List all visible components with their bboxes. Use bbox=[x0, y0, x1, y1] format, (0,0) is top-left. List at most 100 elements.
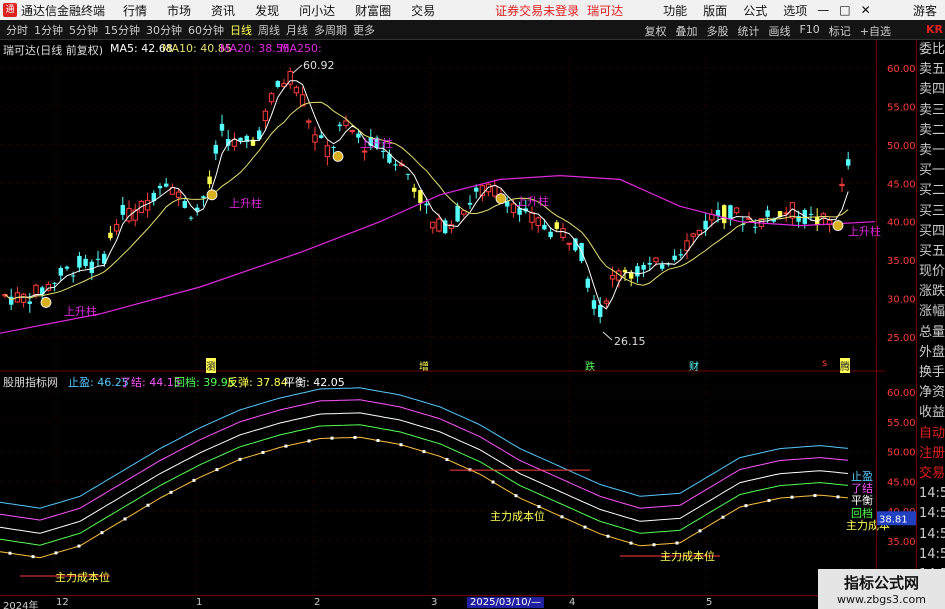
tool-biaoji[interactable]: 标记 bbox=[829, 23, 851, 39]
period-1min[interactable]: 1分钟 bbox=[34, 22, 63, 38]
candle-body bbox=[231, 139, 238, 147]
coin-signal-icon[interactable] bbox=[495, 193, 507, 205]
tool-fuquan[interactable]: 复权 bbox=[644, 23, 666, 39]
period-month[interactable]: 月线 bbox=[286, 22, 308, 38]
price-tick-label: 40.00 bbox=[887, 218, 916, 229]
menu-jiaoyi[interactable]: 交易 bbox=[411, 2, 435, 19]
candle-body bbox=[337, 124, 342, 127]
event-marker[interactable]: 增 bbox=[419, 358, 429, 373]
candle-body bbox=[474, 187, 479, 192]
candle-body bbox=[306, 120, 312, 123]
chart-canvas[interactable] bbox=[0, 40, 885, 595]
cost-dot bbox=[514, 494, 518, 498]
indicator-tick-label: 35.00 bbox=[887, 537, 916, 548]
menu-caifuquan[interactable]: 财富圈 bbox=[355, 2, 391, 19]
cost-dot bbox=[31, 555, 35, 559]
indicator-tick-label: 60.00 bbox=[887, 388, 916, 399]
period-multi[interactable]: 多周期 bbox=[314, 22, 347, 38]
coin-signal-icon[interactable] bbox=[832, 220, 844, 231]
current-value: 38.81 bbox=[879, 514, 908, 525]
menu-faxian[interactable]: 发现 bbox=[255, 2, 279, 19]
candle-body bbox=[753, 226, 758, 228]
brand-badge: KR bbox=[926, 23, 943, 36]
cost-dot bbox=[652, 543, 656, 547]
quote-field: 现价 bbox=[919, 264, 945, 280]
tool-zixuan[interactable]: +自选 bbox=[860, 23, 891, 39]
cost-dot bbox=[445, 457, 449, 461]
quote-field: 14:5 bbox=[919, 526, 945, 542]
cost-dot bbox=[238, 457, 242, 461]
candle-body bbox=[52, 282, 57, 284]
cost-label: 主力成本位 bbox=[490, 510, 545, 523]
menu-gongneng[interactable]: 功能 bbox=[663, 2, 687, 19]
tool-f10[interactable]: F10 bbox=[799, 23, 819, 39]
quote-field[interactable]: 自动 bbox=[917, 424, 945, 444]
event-marker[interactable]: s bbox=[822, 358, 827, 369]
event-marker[interactable]: 跌 bbox=[585, 358, 595, 373]
close-icon[interactable]: ✕ bbox=[861, 3, 871, 17]
candle-body bbox=[188, 217, 194, 219]
menu-gongshi[interactable]: 公式 bbox=[743, 2, 767, 19]
candle-body bbox=[629, 272, 634, 279]
tool-tongji[interactable]: 统计 bbox=[737, 23, 759, 39]
period-30min[interactable]: 30分钟 bbox=[146, 22, 182, 38]
period-day[interactable]: 日线 bbox=[230, 22, 252, 38]
login-alert[interactable]: 证券交易未登录 bbox=[495, 2, 579, 19]
cost-dot bbox=[307, 439, 311, 443]
coin-signal-icon[interactable] bbox=[206, 189, 218, 201]
quote-field[interactable]: 交易 bbox=[917, 464, 945, 484]
candle-body bbox=[27, 301, 32, 304]
quote-field: 收益 bbox=[919, 405, 945, 421]
candle-body bbox=[343, 120, 349, 127]
balance-band bbox=[0, 412, 849, 534]
menu-banmian[interactable]: 版面 bbox=[703, 2, 727, 19]
tool-diejia[interactable]: 叠加 bbox=[675, 23, 697, 39]
month-label: 5 bbox=[706, 597, 713, 608]
month-label: 12 bbox=[56, 597, 69, 608]
period-15min[interactable]: 15分钟 bbox=[104, 22, 140, 38]
chart-area[interactable]: 瑞可达(日线 前复权) MA5: 42.68 MA10: 40.85 MA20:… bbox=[0, 40, 890, 595]
menu-zixun[interactable]: 资讯 bbox=[211, 2, 235, 19]
period-60min[interactable]: 60分钟 bbox=[188, 22, 224, 38]
quote-field: 买一 bbox=[919, 163, 945, 179]
candle-body bbox=[275, 80, 280, 87]
menu-xuanxiang[interactable]: 选项 bbox=[783, 2, 807, 19]
maximize-icon[interactable]: □ bbox=[839, 3, 850, 17]
candle-body bbox=[510, 203, 517, 214]
quote-field: 委比 bbox=[919, 42, 945, 57]
period-5min[interactable]: 5分钟 bbox=[69, 22, 98, 38]
price-tick-label: 45.00 bbox=[887, 179, 916, 190]
period-more[interactable]: 更多 bbox=[353, 22, 375, 38]
candle-body bbox=[349, 130, 355, 133]
price-tick-label: 55.00 bbox=[887, 102, 916, 113]
cost-dot bbox=[146, 503, 150, 507]
candle-body bbox=[715, 209, 721, 216]
low-price-label: 26.15 bbox=[614, 335, 646, 348]
cost-band bbox=[0, 436, 849, 559]
candle-body bbox=[381, 150, 386, 152]
menu-wenxiaoda[interactable]: 问小达 bbox=[299, 2, 335, 19]
candle-body bbox=[529, 212, 535, 223]
candle-body bbox=[175, 191, 182, 198]
candle-body bbox=[653, 257, 659, 263]
period-fenshi[interactable]: 分时 bbox=[6, 22, 28, 38]
guest-button[interactable]: 游客 bbox=[913, 2, 937, 19]
event-marker[interactable]: 腾 bbox=[840, 358, 850, 373]
tool-huaxian[interactable]: 画线 bbox=[768, 23, 790, 39]
candle-body bbox=[412, 187, 417, 192]
candle-body bbox=[684, 240, 690, 251]
event-marker[interactable]: 财 bbox=[689, 358, 699, 373]
month-label: 3 bbox=[431, 597, 438, 608]
menu-shichang[interactable]: 市场 bbox=[167, 2, 191, 19]
coin-signal-icon[interactable] bbox=[332, 150, 344, 162]
minimize-icon[interactable]: — bbox=[817, 3, 829, 17]
rebound-value: 反弹: 37.84 bbox=[227, 376, 288, 389]
period-week[interactable]: 周线 bbox=[258, 22, 280, 38]
menu-hangqing[interactable]: 行情 bbox=[123, 2, 147, 19]
tool-duogu[interactable]: 多股 bbox=[706, 23, 728, 39]
coin-signal-icon[interactable] bbox=[40, 297, 52, 308]
quote-field[interactable]: 注册 bbox=[917, 444, 945, 464]
candle-body bbox=[622, 269, 628, 273]
event-marker[interactable]: 瀏 bbox=[206, 358, 216, 373]
candle-body bbox=[157, 185, 163, 189]
